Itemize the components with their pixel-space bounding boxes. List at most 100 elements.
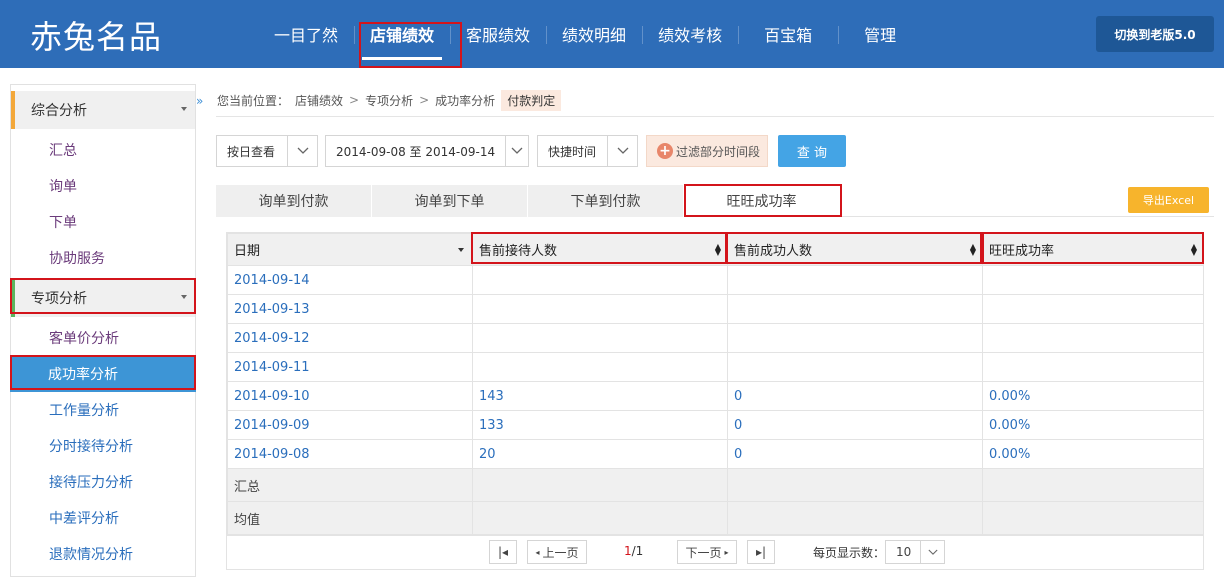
sidebar-group-special-analysis[interactable]: 专项分析 — [11, 279, 195, 317]
nav-item-manage[interactable]: 管理 — [838, 0, 922, 68]
table-cell — [982, 323, 1204, 353]
table-cell — [472, 468, 728, 502]
prev-page-label: 上一页 — [542, 545, 579, 560]
column-header-label: 售前成功人数 — [734, 244, 813, 259]
column-header-date[interactable]: 日期 — [227, 233, 473, 266]
tab-bar: 询单到付款 询单到下单 下单到付款 旺旺成功率 — [216, 185, 1214, 217]
table-cell — [472, 323, 728, 353]
breadcrumb-item[interactable]: 成功率分析 — [435, 92, 495, 109]
nav-item-overview[interactable]: 一目了然 — [258, 0, 354, 68]
quick-time-select[interactable]: 快捷时间 — [537, 135, 638, 167]
tab-inquiry-to-payment[interactable]: 询单到付款 — [216, 185, 372, 217]
data-table: 日期 售前接待人数 ▲ ▼ 售前成功人数 ▲ ▼ 旺旺成功率 ▲ ▼ 2014-09-14 … — [226, 232, 1204, 570]
sort-icon[interactable]: ▲ ▼ — [1191, 243, 1197, 257]
table-cell — [727, 294, 983, 324]
table-cell — [982, 501, 1204, 535]
table-cell — [727, 265, 983, 295]
column-header-presale-reception[interactable]: 售前接待人数 ▲ ▼ — [472, 233, 728, 266]
column-header-presale-success[interactable]: 售前成功人数 ▲ ▼ — [727, 233, 983, 266]
chevron-down-icon — [920, 541, 944, 563]
table-cell: 143 — [472, 381, 728, 411]
table-row: 2014-09-14 — [227, 265, 1204, 295]
group-accent-bar — [11, 91, 15, 129]
table-cell: 2014-09-12 — [227, 323, 473, 353]
top-navigation-bar: 赤兔名品 一目了然 店铺绩效 客服绩效 绩效明细 绩效考核 百宝箱 管理 切换到… — [0, 0, 1224, 68]
table-cell — [472, 294, 728, 324]
breadcrumb-item[interactable]: 店铺绩效 — [295, 92, 343, 109]
tab-wangwang-success-rate[interactable]: 旺旺成功率 — [684, 185, 840, 217]
sidebar-group-label: 综合分析 — [31, 103, 87, 119]
table-cell: 0 — [727, 381, 983, 411]
chevron-down-icon — [505, 136, 528, 166]
page-size-select[interactable]: 10 — [885, 540, 945, 564]
filter-time-period-button[interactable]: + 过滤部分时间段 — [646, 135, 768, 167]
table-cell: 2014-09-13 — [227, 294, 473, 324]
sidebar-item-avg-price[interactable]: 客单价分析 — [11, 320, 195, 356]
sidebar-item-success-rate[interactable]: 成功率分析 — [10, 356, 196, 392]
prev-page-button[interactable]: ◂ 上一页 — [527, 540, 587, 564]
table-row: 2014-09-09 133 0 0.00% — [227, 410, 1204, 440]
sidebar-item-order[interactable]: 下单 — [11, 204, 195, 240]
plus-icon: + — [657, 143, 673, 159]
export-excel-button[interactable]: 导出Excel — [1128, 187, 1209, 213]
tab-order-to-payment[interactable]: 下单到付款 — [528, 185, 684, 217]
table-cell: 0 — [727, 439, 983, 469]
first-page-button[interactable]: |◂ — [489, 540, 517, 564]
breadcrumb-tag: 付款判定 — [501, 89, 562, 111]
sidebar-item-inquiry[interactable]: 询单 — [11, 168, 195, 204]
chevron-left-icon: ◂ — [535, 547, 540, 557]
divider — [216, 116, 1214, 117]
table-row: 2014-09-13 — [227, 294, 1204, 324]
page-size-label: 每页显示数： — [813, 546, 886, 560]
nav-item-performance-detail[interactable]: 绩效明细 — [546, 0, 642, 68]
logo: 赤兔名品 — [30, 18, 163, 56]
view-mode-value: 按日查看 — [227, 144, 276, 159]
date-range-picker[interactable]: 2014-09-08 至 2014-09-14 — [325, 135, 529, 167]
nav-item-cs-performance[interactable]: 客服绩效 — [450, 0, 546, 68]
page-indicator: 1/1 — [624, 544, 643, 558]
last-page-button[interactable]: ▸| — [747, 540, 775, 564]
table-cell — [472, 501, 728, 535]
table-cell: 2014-09-14 — [227, 265, 473, 295]
sidebar-item-assist-service[interactable]: 协助服务 — [11, 240, 195, 276]
table-cell — [982, 265, 1204, 295]
tab-inquiry-to-order[interactable]: 询单到下单 — [372, 185, 528, 217]
sort-icon[interactable]: ▲ ▼ — [715, 243, 721, 257]
table-cell: 133 — [472, 410, 728, 440]
switch-old-version-button[interactable]: 切换到老版5.0 — [1096, 16, 1214, 52]
sidebar-item-reception-pressure[interactable]: 接待压力分析 — [11, 464, 195, 500]
table-row: 2014-09-10 143 0 0.00% — [227, 381, 1204, 411]
table-cell — [727, 352, 983, 382]
main-nav: 一目了然 店铺绩效 客服绩效 绩效明细 绩效考核 百宝箱 管理 — [258, 0, 922, 68]
caret-down-icon — [181, 295, 187, 299]
breadcrumb-item[interactable]: 专项分析 — [365, 92, 413, 109]
group-accent-bar — [11, 279, 15, 317]
nav-item-assessment[interactable]: 绩效考核 — [642, 0, 738, 68]
view-mode-select[interactable]: 按日查看 — [216, 135, 318, 167]
sidebar-item-refund[interactable]: 退款情况分析 — [11, 536, 195, 572]
chevron-right-icon: > — [349, 93, 360, 107]
sort-icon[interactable]: ▲ ▼ — [970, 243, 976, 257]
table-row: 2014-09-11 — [227, 352, 1204, 382]
next-page-button[interactable]: 下一页 ▸ — [677, 540, 737, 564]
caret-down-icon — [458, 248, 464, 252]
nav-item-toolbox[interactable]: 百宝箱 — [738, 0, 838, 68]
table-cell: 0.00% — [982, 381, 1204, 411]
sidebar-group-overall-analysis[interactable]: 综合分析 — [11, 91, 195, 129]
query-button[interactable]: 查 询 — [778, 135, 846, 167]
sidebar-item-hourly-reception[interactable]: 分时接待分析 — [11, 428, 195, 464]
sidebar-item-workload[interactable]: 工作量分析 — [11, 392, 195, 428]
column-header-success-rate[interactable]: 旺旺成功率 ▲ ▼ — [982, 233, 1204, 266]
sidebar-item-summary[interactable]: 汇总 — [11, 132, 195, 168]
sidebar-item-bad-review[interactable]: 中差评分析 — [11, 500, 195, 536]
total-pages: /1 — [631, 544, 644, 558]
nav-item-store-performance[interactable]: 店铺绩效 — [354, 0, 450, 68]
table-header-row: 日期 售前接待人数 ▲ ▼ 售前成功人数 ▲ ▼ 旺旺成功率 ▲ ▼ — [227, 233, 1204, 266]
column-header-label: 日期 — [234, 244, 261, 259]
collapse-sidebar-icon[interactable]: » — [196, 94, 203, 108]
table-row: 2014-09-12 — [227, 323, 1204, 353]
table-cell — [727, 468, 983, 502]
caret-down-icon — [181, 107, 187, 111]
table-cell: 2014-09-08 — [227, 439, 473, 469]
table-cell: 0.00% — [982, 410, 1204, 440]
